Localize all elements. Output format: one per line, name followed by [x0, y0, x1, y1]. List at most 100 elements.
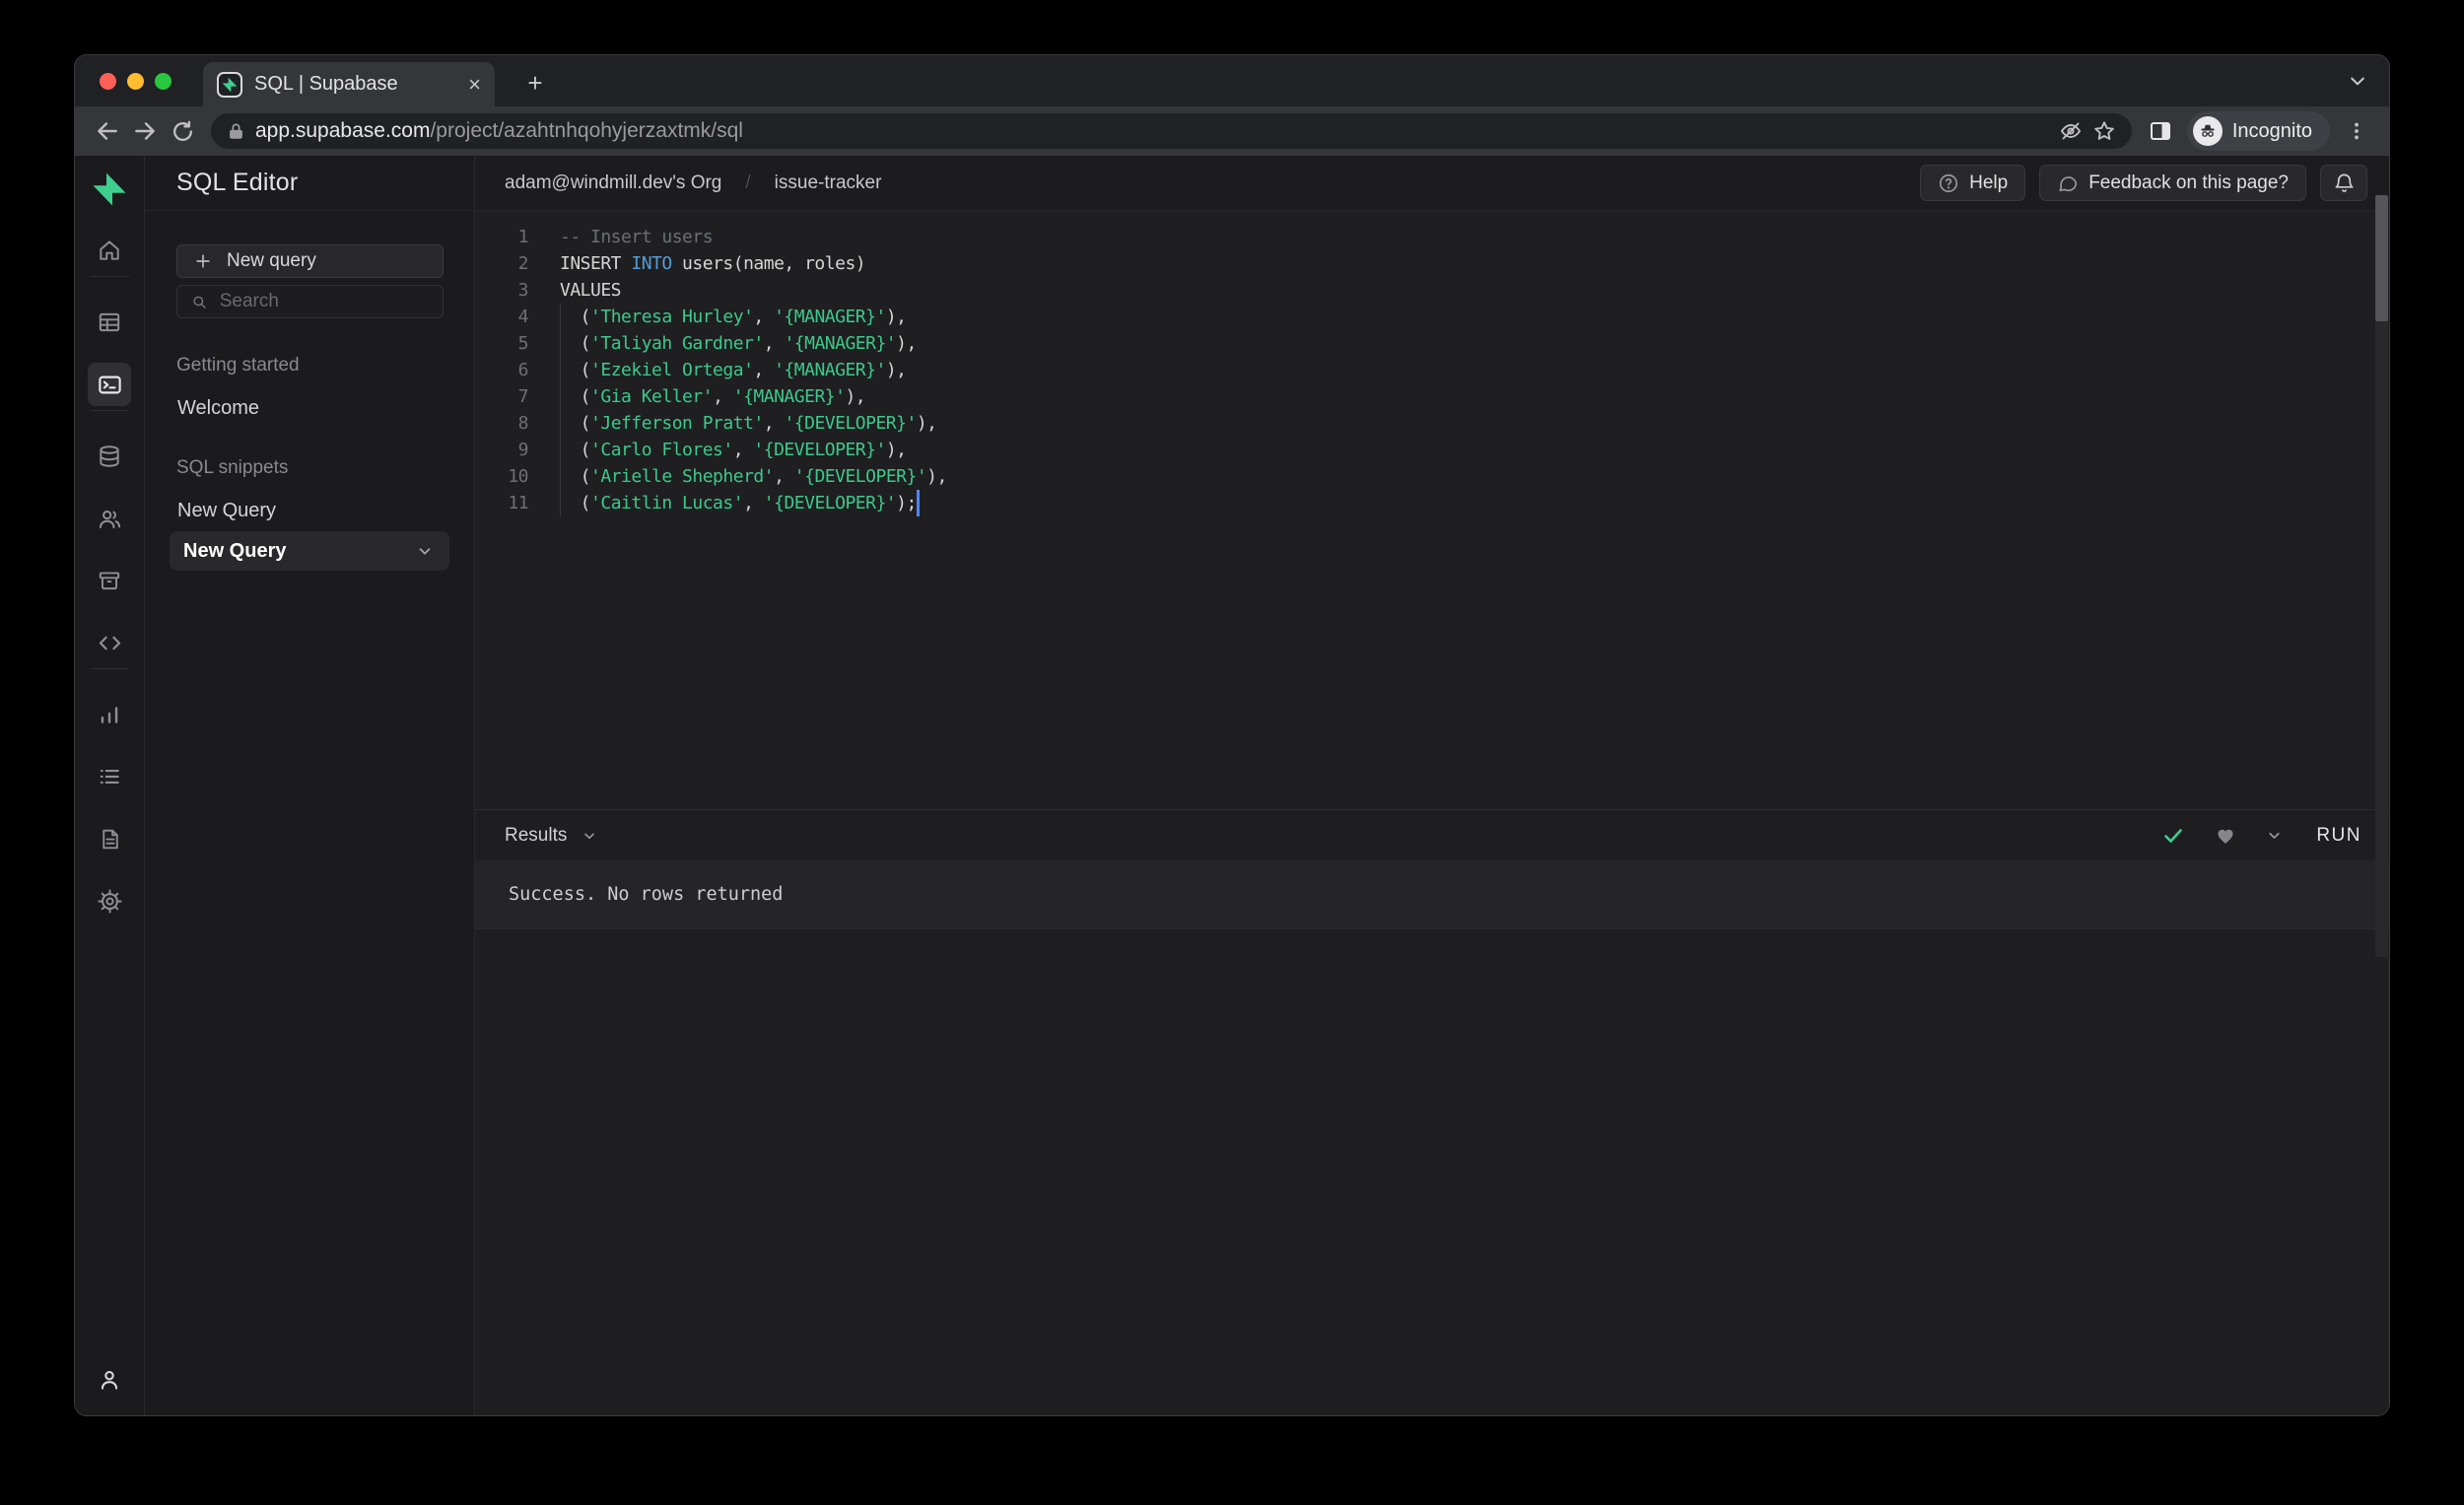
- side-panel-icon[interactable]: [2142, 112, 2179, 150]
- supabase-logo[interactable]: [92, 171, 127, 207]
- sidebar-item-logs[interactable]: [88, 755, 131, 798]
- results-empty-area: [475, 929, 2389, 1415]
- rail-divider: [90, 410, 129, 411]
- browser-toolbar: app.supabase.com/project/azahtnhqohyjerz…: [75, 106, 2389, 156]
- new-tab-button[interactable]: +: [520, 68, 550, 98]
- reload-button[interactable]: [164, 112, 201, 150]
- chevron-down-icon[interactable]: [416, 542, 434, 560]
- browser-window: SQL | Supabase × + app.supabase.com/proj…: [74, 54, 2390, 1416]
- feedback-button[interactable]: Feedback on this page?: [2039, 165, 2306, 201]
- sidebar-item-api-docs[interactable]: [88, 817, 131, 860]
- sidebar-header: SQL Editor: [145, 156, 474, 211]
- chevron-down-icon[interactable]: [2266, 827, 2283, 844]
- code-line[interactable]: 11 ('Caitlin Lucas', '{DEVELOPER}');: [475, 490, 2389, 516]
- browser-tab[interactable]: SQL | Supabase ×: [203, 62, 495, 106]
- sql-code-editor[interactable]: 1 -- Insert users 2 INSERT INTO users(name,…: [475, 211, 2389, 809]
- indent-guide: [560, 304, 561, 516]
- sidebar-item-edge-functions[interactable]: [88, 621, 131, 664]
- supabase-favicon: [217, 71, 242, 98]
- nav-rail: [75, 156, 145, 1415]
- sidebar-item-sql-editor[interactable]: [88, 363, 131, 406]
- line-number: 5: [517, 333, 529, 354]
- main-header: adam@windmill.dev's Org / issue-tracker …: [475, 156, 2389, 211]
- search-input-wrap: [176, 285, 444, 318]
- kebab-menu-icon[interactable]: [2338, 112, 2375, 150]
- breadcrumb-org[interactable]: adam@windmill.dev's Org: [505, 172, 721, 194]
- sidebar-item-new-query[interactable]: New Query: [176, 500, 444, 522]
- check-icon: [2164, 828, 2183, 843]
- settings-gear-icon[interactable]: [88, 879, 131, 923]
- code-line[interactable]: 8 ('Jefferson Pratt', '{DEVELOPER}'),: [475, 410, 2389, 437]
- sidebar-item-storage[interactable]: [88, 559, 131, 602]
- heart-icon[interactable]: [2215, 825, 2236, 847]
- code-line[interactable]: 1 -- Insert users: [475, 224, 2389, 250]
- search-icon: [193, 296, 206, 308]
- line-number: 1: [517, 227, 529, 247]
- close-window-button[interactable]: [100, 72, 116, 90]
- main-area: adam@windmill.dev's Org / issue-tracker …: [475, 156, 2389, 1415]
- breadcrumb-project[interactable]: issue-tracker: [775, 172, 882, 194]
- code-line[interactable]: 9 ('Carlo Flores', '{DEVELOPER}'),: [475, 437, 2389, 463]
- tab-search-chevron-icon[interactable]: [2348, 71, 2367, 91]
- url-host: app.supabase.com: [255, 119, 431, 142]
- help-circle-icon: [1940, 173, 1958, 192]
- results-dropdown[interactable]: Results: [505, 825, 597, 847]
- sidebar-item-table-editor[interactable]: [88, 301, 131, 344]
- sidebar-item-reports[interactable]: [88, 693, 131, 736]
- line-number: 3: [517, 280, 529, 301]
- sql-editor-sidebar: SQL Editor New query Getting started Wel…: [145, 156, 475, 1415]
- code-lines: 1 -- Insert users 2 INSERT INTO users(name,…: [475, 224, 2389, 516]
- code-line[interactable]: 7 ('Gia Keller', '{MANAGER}'),: [475, 383, 2389, 410]
- minimize-window-button[interactable]: [127, 72, 144, 90]
- breadcrumb-separator: /: [745, 171, 751, 193]
- url-bar[interactable]: app.supabase.com/project/azahtnhqohyjerz…: [211, 113, 2132, 149]
- search-input[interactable]: [219, 291, 429, 312]
- incognito-badge: Incognito: [2186, 111, 2330, 151]
- incognito-label: Incognito: [2231, 119, 2312, 142]
- incognito-icon: [2192, 116, 2223, 146]
- url-text: app.supabase.com/project/azahtnhqohyjerz…: [255, 119, 2049, 143]
- tab-strip: SQL | Supabase × +: [75, 55, 2389, 106]
- supabase-logo: [222, 77, 238, 92]
- chat-bubble-icon: [2059, 175, 2078, 191]
- code-line[interactable]: 2 INSERT INTO users(name, roles): [475, 250, 2389, 277]
- new-query-button[interactable]: New query: [176, 244, 444, 278]
- code-line[interactable]: 6 ('Ezekiel Ortega', '{MANAGER}'),: [475, 357, 2389, 383]
- traffic-lights: [100, 72, 171, 90]
- sidebar-item-welcome[interactable]: Welcome: [176, 397, 444, 420]
- line-number: 9: [517, 440, 529, 460]
- page-title: SQL Editor: [176, 169, 299, 196]
- results-toolbar: Results RUN: [475, 809, 2389, 860]
- supabase-app: SQL Editor New query Getting started Wel…: [75, 156, 2389, 1415]
- code-line[interactable]: 10 ('Arielle Shepherd', '{DEVELOPER}'),: [475, 463, 2389, 490]
- tab-title: SQL | Supabase: [254, 73, 398, 95]
- sidebar-item-database[interactable]: [88, 435, 131, 478]
- code-line[interactable]: 4 ('Theresa Hurley', '{MANAGER}'),: [475, 304, 2389, 330]
- scrollbar-thumb[interactable]: [2375, 195, 2388, 321]
- notifications-button[interactable]: [2320, 165, 2367, 201]
- url-path: /project/azahtnhqohyjerzaxtmk/sql: [430, 119, 743, 142]
- scrollbar-track[interactable]: [2375, 321, 2388, 957]
- sidebar-item-home[interactable]: [88, 229, 131, 272]
- forward-button[interactable]: [126, 112, 164, 150]
- eye-off-icon[interactable]: [2059, 119, 2083, 143]
- star-icon[interactable]: [2092, 119, 2116, 143]
- sidebar-item-authentication[interactable]: [88, 497, 131, 540]
- zoom-window-button[interactable]: [155, 72, 171, 90]
- bell-icon: [2334, 173, 2354, 192]
- line-number: 2: [517, 253, 529, 274]
- sidebar-item-new-query-selected[interactable]: New Query: [170, 531, 449, 571]
- section-heading-getting-started: Getting started: [176, 355, 300, 376]
- tab-close-icon[interactable]: ×: [468, 73, 481, 96]
- plus-icon: [196, 254, 210, 268]
- rail-divider: [90, 668, 129, 669]
- code-line[interactable]: 5 ('Taliyah Gardner', '{MANAGER}'),: [475, 330, 2389, 357]
- run-button[interactable]: RUN: [2312, 819, 2365, 853]
- code-line[interactable]: 3 VALUES: [475, 277, 2389, 304]
- help-button[interactable]: Help: [1920, 165, 2026, 201]
- back-button[interactable]: [89, 112, 126, 150]
- line-number: 11: [508, 493, 528, 513]
- account-icon[interactable]: [88, 1358, 131, 1402]
- text-cursor: [917, 490, 920, 516]
- line-number: 6: [517, 360, 529, 380]
